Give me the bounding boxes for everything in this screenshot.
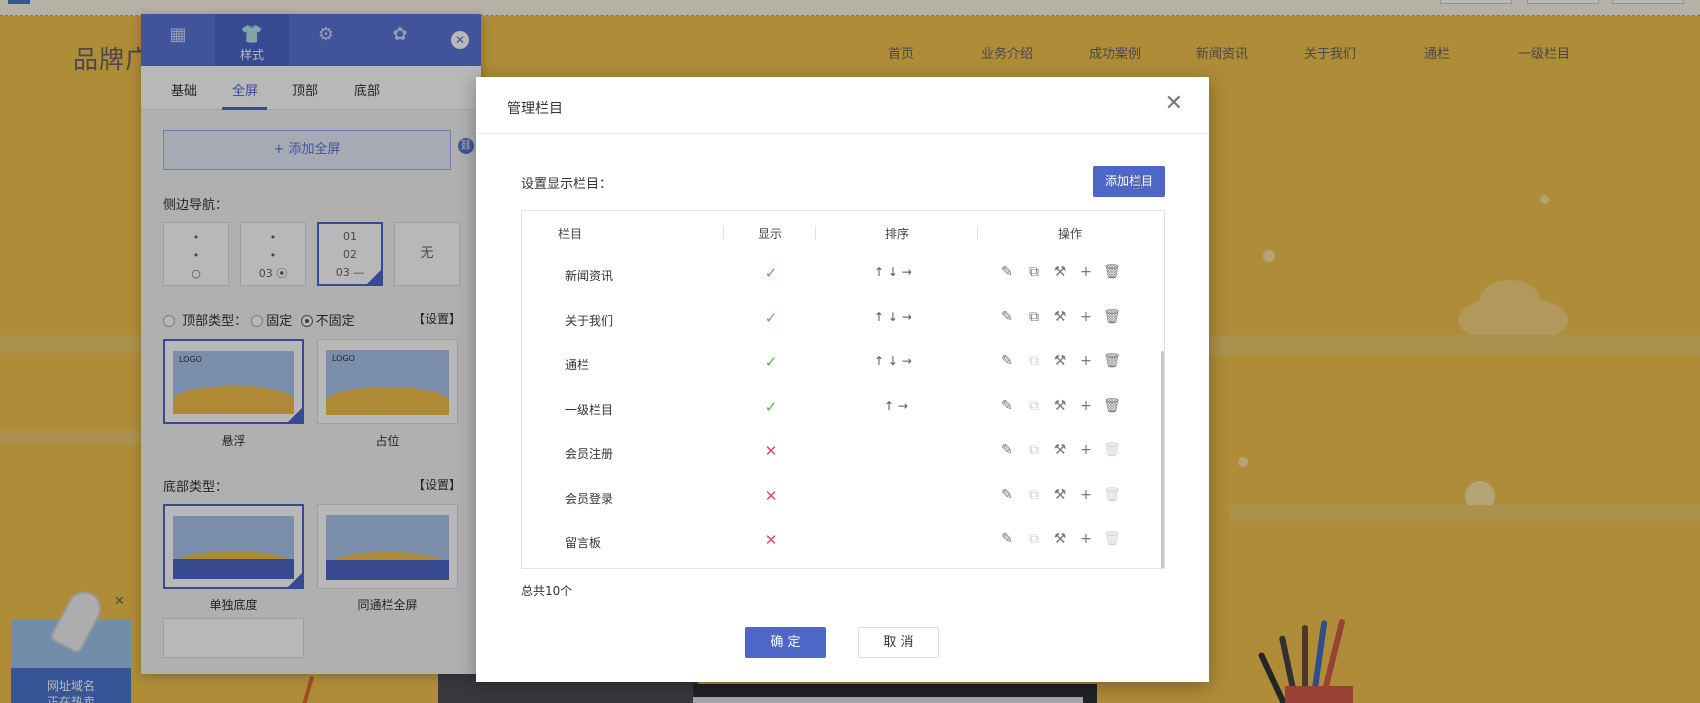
copy-icon[interactable]: ⧉ <box>1025 264 1043 280</box>
copy-icon: ⧉ <box>1029 486 1039 503</box>
add-column-button[interactable]: 添加栏目 <box>1093 166 1165 197</box>
edit-icon[interactable]: ✎ <box>998 442 1016 458</box>
sort-arrows[interactable]: ↑ ↓ → <box>874 354 912 368</box>
magic-wand-icon[interactable]: ⚒ <box>1051 442 1069 458</box>
hand-cursor-icon: ☝ <box>1132 173 1143 194</box>
set-visible-columns-label: 设置显示栏目： <box>521 177 613 192</box>
table-row: 留言板 ✕ ✎ ⧉ ⚒ + 🗑 <box>522 520 1164 564</box>
copy-icon[interactable]: ⧉ <box>1025 309 1043 325</box>
copy-icon: ⧉ <box>1029 397 1039 414</box>
cancel-button[interactable]: 取 消 <box>858 627 939 658</box>
row-column-name: 新闻资讯 <box>565 269 614 283</box>
trash-icon: 🗑 <box>1103 442 1121 458</box>
add-icon[interactable]: + <box>1077 353 1095 369</box>
magic-wand-icon[interactable]: ⚒ <box>1051 398 1069 414</box>
trash-icon[interactable]: 🗑 <box>1103 309 1121 325</box>
edit-icon[interactable]: ✎ <box>998 398 1016 414</box>
visible-check-icon[interactable]: ✓ <box>763 353 779 371</box>
edit-icon[interactable]: ✎ <box>998 353 1016 369</box>
total-count: 总共10个 <box>521 584 573 598</box>
sort-arrows[interactable]: ↑ ↓ → <box>874 265 912 279</box>
add-icon[interactable]: + <box>1077 398 1095 414</box>
add-icon[interactable]: + <box>1077 264 1095 280</box>
table-scrollbar[interactable] <box>1161 351 1164 568</box>
copy-icon: ⧉ <box>1029 531 1039 547</box>
edit-icon[interactable]: ✎ <box>998 309 1016 325</box>
trash-icon: 🗑 <box>1103 531 1121 547</box>
add-icon[interactable]: + <box>1077 531 1095 547</box>
hidden-cross-icon[interactable]: ✕ <box>763 531 779 549</box>
visible-check-icon[interactable]: ✓ <box>763 309 779 327</box>
col-header-column: 栏目 <box>558 227 583 241</box>
table-header: 栏目 显示 排序 操作 <box>522 211 1164 253</box>
trash-icon: 🗑 <box>1103 486 1121 503</box>
row-column-name: 留言板 <box>565 536 602 550</box>
magic-wand-icon[interactable]: ⚒ <box>1051 353 1069 369</box>
hidden-cross-icon[interactable]: ✕ <box>763 442 779 460</box>
row-column-name: 通栏 <box>565 358 590 372</box>
magic-wand-icon[interactable]: ⚒ <box>1051 531 1069 547</box>
dialog-title: 管理栏目 <box>507 101 563 117</box>
col-header-sort: 排序 <box>885 227 910 241</box>
row-column-name: 会员登录 <box>565 491 614 506</box>
add-icon[interactable]: + <box>1077 442 1095 458</box>
sort-arrows[interactable]: ↑ ↓ → <box>874 310 912 324</box>
copy-icon: ⧉ <box>1029 442 1039 458</box>
hidden-cross-icon[interactable]: ✕ <box>763 487 779 505</box>
col-header-show: 显示 <box>758 227 783 241</box>
close-icon[interactable]: ✕ <box>1165 93 1183 115</box>
edit-icon[interactable]: ✎ <box>998 264 1016 280</box>
add-icon[interactable]: + <box>1077 309 1095 325</box>
dialog-header: 管理栏目 ✕ <box>476 77 1209 134</box>
add-icon[interactable]: + <box>1077 487 1095 503</box>
magic-wand-icon[interactable]: ⚒ <box>1051 264 1069 280</box>
manage-columns-dialog: 管理栏目 ✕ 设置显示栏目： 添加栏目 ☝ 栏目 显示 排序 操作 新闻资讯 ✓ ↑… <box>476 77 1209 682</box>
trash-icon[interactable]: 🗑 <box>1103 353 1121 369</box>
table-row: 会员登录 ✕ ✎ ⧉ ⚒ + 🗑 <box>522 476 1164 520</box>
visible-check-icon[interactable]: ✓ <box>763 398 779 416</box>
col-header-actions: 操作 <box>1058 227 1083 241</box>
copy-icon: ⧉ <box>1029 353 1039 369</box>
magic-wand-icon[interactable]: ⚒ <box>1051 487 1069 503</box>
columns-table: 栏目 显示 排序 操作 新闻资讯 ✓ ↑ ↓ → ✎ ⧉ ⚒ + 🗑 关于我们 ✓ ↑ ↓ → ✎ ⧉ ⚒… <box>521 210 1165 569</box>
edit-icon[interactable]: ✎ <box>998 531 1016 547</box>
table-row: 关于我们 ✓ ↑ ↓ → ✎ ⧉ ⚒ + 🗑 <box>522 298 1164 342</box>
sort-arrows[interactable]: ↑ → <box>884 399 908 413</box>
magic-wand-icon[interactable]: ⚒ <box>1051 309 1069 325</box>
table-row: 通栏 ✓ ↑ ↓ → ✎ ⧉ ⚒ + 🗑 <box>522 342 1164 386</box>
table-row: 会员注册 ✕ ✎ ⧉ ⚒ + 🗑 <box>522 431 1164 475</box>
trash-icon[interactable]: 🗑 <box>1103 398 1121 414</box>
row-column-name: 关于我们 <box>565 313 614 328</box>
trash-icon[interactable]: 🗑 <box>1103 264 1121 280</box>
confirm-button[interactable]: 确 定 <box>745 627 826 658</box>
edit-icon[interactable]: ✎ <box>998 487 1016 503</box>
row-column-name: 会员注册 <box>565 447 614 461</box>
row-column-name: 一级栏目 <box>565 402 614 417</box>
table-row: 一级栏目 ✓ ↑ → ✎ ⧉ ⚒ + 🗑 <box>522 387 1164 431</box>
visible-check-icon[interactable]: ✓ <box>763 264 779 282</box>
table-row: 新闻资讯 ✓ ↑ ↓ → ✎ ⧉ ⚒ + 🗑 <box>522 253 1164 297</box>
